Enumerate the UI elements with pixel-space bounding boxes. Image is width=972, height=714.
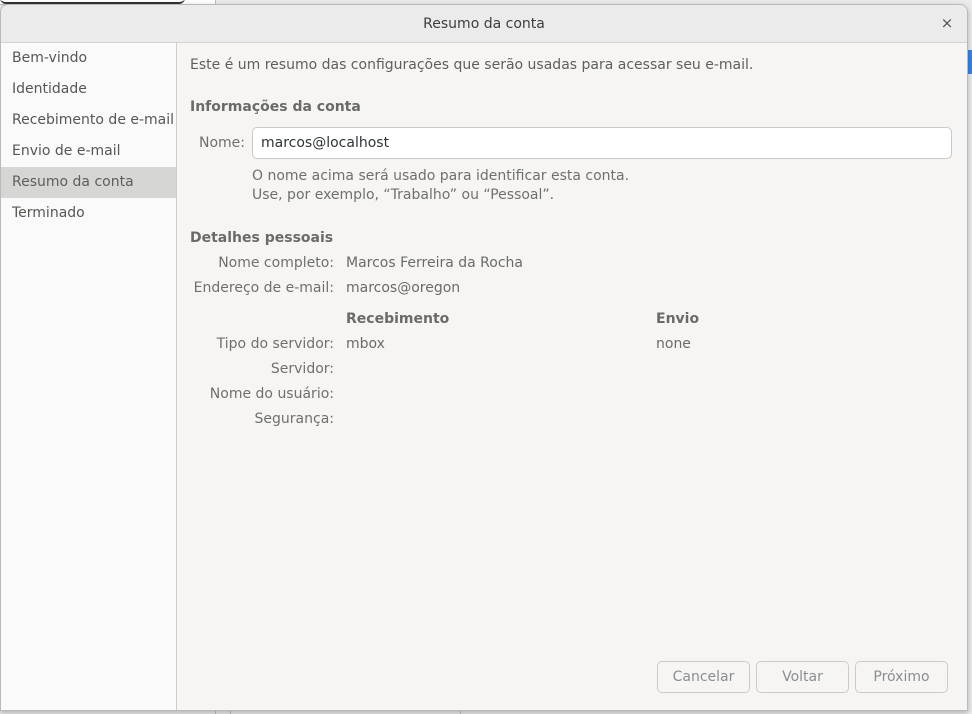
security-label: Segurança: [254, 411, 334, 427]
server-type-label: Tipo do servidor: [216, 336, 334, 352]
account-info-heading: Informações da conta [190, 99, 361, 115]
name-hint-line1: O nome acima será usado para identificar… [252, 168, 630, 184]
cancel-button[interactable]: Cancelar [657, 661, 750, 693]
server-type-receiving: mbox [346, 336, 385, 352]
server-type-sending: none [656, 336, 691, 352]
sending-column-header: Envio [656, 311, 700, 327]
account-name-input[interactable]: marcos@localhost [252, 127, 952, 159]
sidebar-item-identidade[interactable]: Identidade [1, 74, 176, 105]
next-button[interactable]: Próximo [855, 661, 948, 693]
email-label: Endereço de e-mail: [193, 280, 334, 296]
sidebar-item-recebimento[interactable]: Recebimento de e-mail [1, 105, 176, 136]
name-label: Nome: [198, 135, 245, 151]
personal-details-heading: Detalhes pessoais [190, 230, 334, 246]
receiving-column-header: Recebimento [346, 311, 450, 327]
back-button[interactable]: Voltar [756, 661, 849, 693]
summary-content: Este é um resumo das configurações que s… [177, 43, 967, 710]
name-hint-line2: Use, por exemplo, “Trabalho” ou “Pessoal… [252, 187, 555, 203]
wizard-steps-sidebar: Bem-vindo Identidade Recebimento de e-ma… [1, 43, 177, 710]
sidebar-item-bem-vindo[interactable]: Bem-vindo [1, 43, 176, 74]
email-value: marcos@oregon [346, 280, 461, 296]
server-label: Servidor: [270, 361, 334, 377]
username-label: Nome do usuário: [209, 386, 334, 402]
account-wizard-dialog: Resumo da conta × Bem-vindo Identidade R… [0, 4, 968, 711]
sidebar-item-envio[interactable]: Envio de e-mail [1, 136, 176, 167]
fullname-value: Marcos Ferreira da Rocha [346, 255, 523, 271]
fullname-label: Nome completo: [218, 255, 334, 271]
dialog-title: Resumo da conta [423, 16, 545, 32]
sidebar-item-resumo[interactable]: Resumo da conta [1, 167, 176, 198]
intro-text: Este é um resumo das configurações que s… [190, 57, 754, 73]
dialog-titlebar: Resumo da conta × [1, 5, 967, 43]
close-icon[interactable]: × [937, 13, 957, 33]
sidebar-item-terminado[interactable]: Terminado [1, 198, 176, 229]
